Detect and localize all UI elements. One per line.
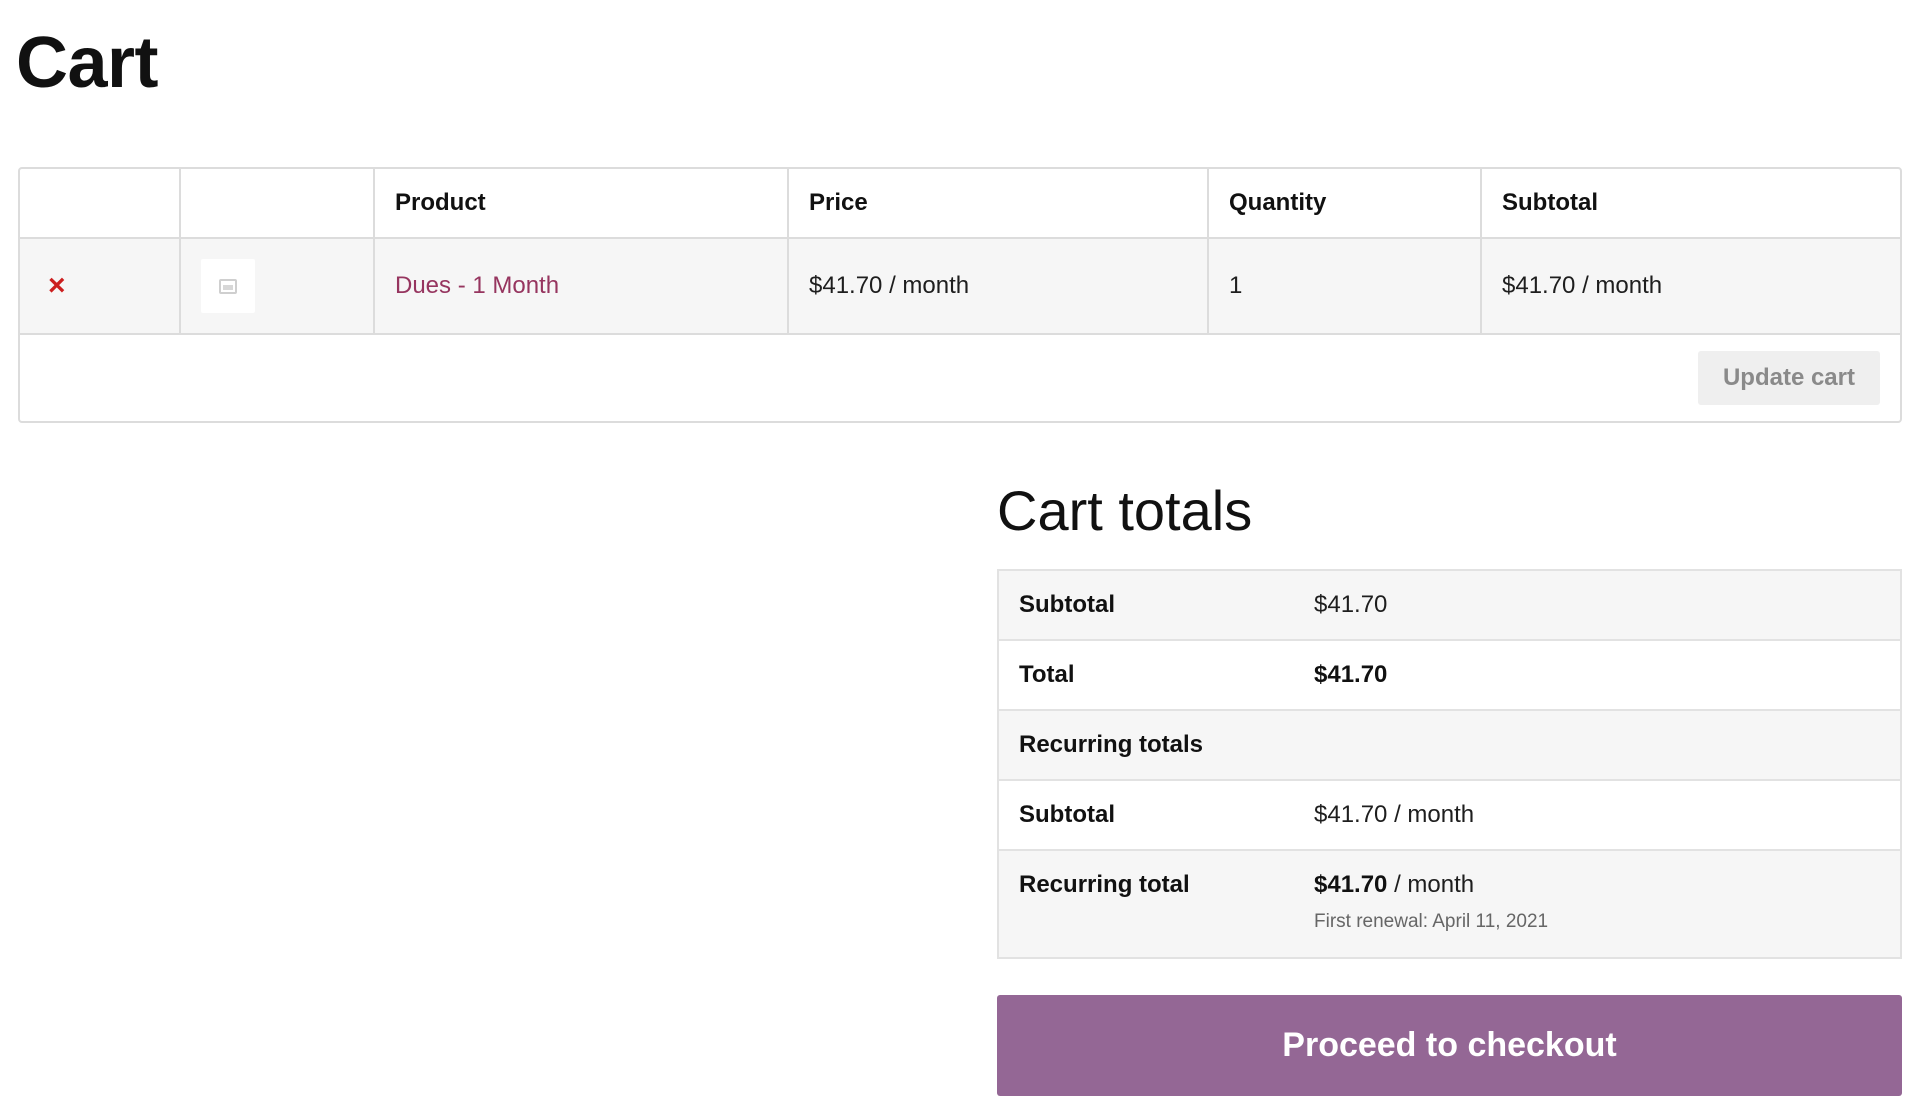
- recurring-totals-heading-row: Recurring totals: [999, 711, 1900, 781]
- recurring-subtotal-label: Subtotal: [1019, 801, 1115, 828]
- image-placeholder-icon: [219, 278, 237, 294]
- proceed-to-checkout-button[interactable]: Proceed to checkout: [997, 995, 1902, 1096]
- recurring-totals-heading: Recurring totals: [1019, 731, 1204, 758]
- totals-subtotal-value: $41.70: [1314, 591, 1388, 618]
- cart-table-header: Product Price Quantity Subtotal: [20, 169, 1900, 239]
- quantity-cell: 1: [1209, 239, 1482, 333]
- recurring-total-period: / month: [1387, 871, 1475, 898]
- recurring-total-amount: $41.70: [1314, 871, 1388, 898]
- totals-subtotal-row: Subtotal $41.70: [999, 571, 1900, 641]
- recurring-total-value: $41.70 / month First renewal: April 11, …: [1314, 871, 1900, 933]
- thumbnail-cell: [181, 239, 375, 333]
- totals-subtotal-label: Subtotal: [1019, 591, 1115, 618]
- totals-total-row: Total $41.70: [999, 641, 1900, 711]
- price-cell: $41.70 / month: [789, 239, 1209, 333]
- header-quantity: Quantity: [1209, 169, 1482, 237]
- header-thumbnail: [181, 169, 375, 237]
- table-row: × Dues - 1 Month $41.70 / month 1 $41.70…: [20, 239, 1900, 335]
- recurring-total-label: Recurring total: [1019, 871, 1190, 898]
- header-subtotal: Subtotal: [1502, 189, 1598, 216]
- subtotal-cell: $41.70 / month: [1502, 272, 1663, 299]
- product-thumbnail[interactable]: [201, 259, 255, 313]
- page-title: Cart: [16, 23, 159, 103]
- totals-total-value: $41.70: [1314, 661, 1900, 689]
- recurring-subtotal-row: Subtotal $41.70 / month: [999, 781, 1900, 851]
- first-renewal-date: First renewal: April 11, 2021: [1314, 911, 1549, 932]
- remove-cell: ×: [20, 239, 181, 333]
- cart-totals-table: Subtotal $41.70 Total $41.70 Recurring t…: [997, 569, 1902, 959]
- header-price: Price: [789, 169, 1209, 237]
- cart-table: Product Price Quantity Subtotal × Dues -…: [18, 167, 1902, 423]
- recurring-total-row: Recurring total $41.70 / month First ren…: [999, 851, 1900, 957]
- cart-page: Cart Product Price Quantity Subtotal × D…: [0, 0, 1920, 1119]
- product-cell: Dues - 1 Month: [375, 239, 789, 333]
- recurring-subtotal-value: $41.70 / month: [1314, 801, 1475, 828]
- totals-total-label: Total: [1019, 661, 1075, 688]
- remove-item-icon[interactable]: ×: [48, 271, 66, 301]
- header-product: Product: [375, 169, 789, 237]
- cart-totals-title: Cart totals: [997, 479, 1253, 542]
- update-cart-button[interactable]: Update cart: [1697, 351, 1880, 405]
- product-link[interactable]: Dues - 1 Month: [395, 272, 559, 300]
- cart-actions-row: Update cart: [20, 335, 1900, 421]
- header-remove: [20, 169, 181, 237]
- total-amount: $41.70: [1314, 661, 1388, 688]
